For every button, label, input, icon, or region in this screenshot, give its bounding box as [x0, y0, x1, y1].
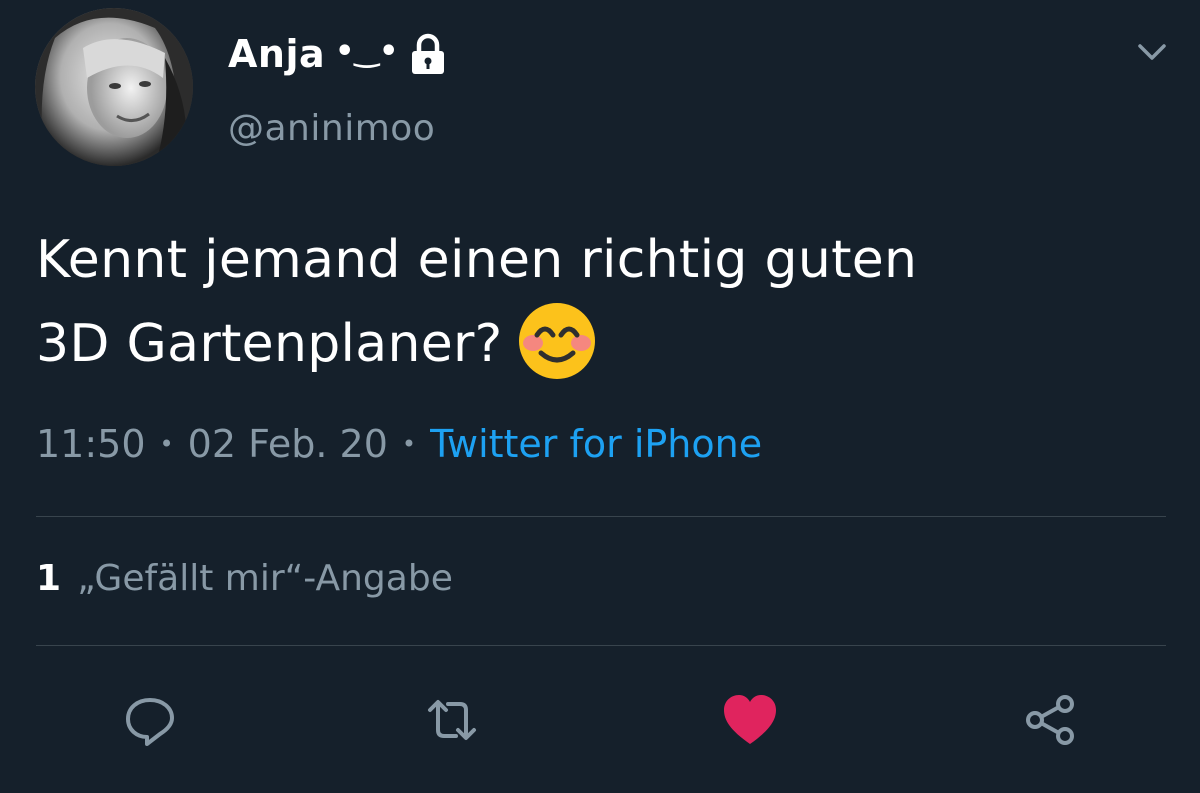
- display-name-row[interactable]: Anja •‿•: [228, 24, 448, 84]
- tweet-text-line-1: Kennt jemand einen richtig guten: [36, 230, 918, 290]
- display-name[interactable]: Anja: [228, 32, 325, 76]
- tweet-text-line-2: 3D Gartenplaner?: [36, 302, 1156, 386]
- reply-button[interactable]: [118, 688, 182, 752]
- smiling-face-emoji: [518, 303, 595, 379]
- retweet-button[interactable]: [420, 688, 484, 752]
- retweet-icon: [428, 700, 476, 740]
- tweet-meta: 11:50 • 02 Feb. 20 • Twitter for iPhone: [36, 422, 762, 466]
- tweet-actions: [0, 680, 1200, 760]
- divider: [36, 645, 1166, 646]
- reply-icon: [126, 698, 174, 746]
- divider: [36, 516, 1166, 517]
- meta-separator: •: [401, 430, 417, 458]
- heart-icon: [724, 695, 776, 744]
- tweet-text-line-2-text: 3D Gartenplaner?: [36, 314, 503, 374]
- user-handle[interactable]: @aninimoo: [228, 108, 435, 149]
- likes-label: „Gefällt mir“-Angabe: [77, 558, 453, 599]
- meta-separator: •: [159, 430, 174, 458]
- name-emoticon: •‿•: [335, 33, 399, 69]
- share-button[interactable]: [1018, 688, 1082, 752]
- tweet-detail: Anja •‿• @aninimoo Kennt jemand einen ri…: [0, 0, 1200, 793]
- avatar-photo: [35, 8, 193, 166]
- share-icon: [1026, 695, 1074, 745]
- likes-count: 1: [36, 558, 62, 599]
- tweet-text: Kennt jemand einen richtig guten 3D Gart…: [36, 218, 1156, 386]
- tweet-time: 11:50: [36, 422, 146, 466]
- likes-summary[interactable]: 1 „Gefällt mir“-Angabe: [36, 558, 453, 599]
- chevron-down-icon[interactable]: [1132, 36, 1172, 68]
- tweet-source-link[interactable]: Twitter for iPhone: [430, 422, 762, 466]
- avatar[interactable]: [35, 8, 193, 166]
- like-button[interactable]: [718, 688, 782, 752]
- tweet-date: 02 Feb. 20: [187, 422, 388, 466]
- lock-icon: [412, 33, 445, 74]
